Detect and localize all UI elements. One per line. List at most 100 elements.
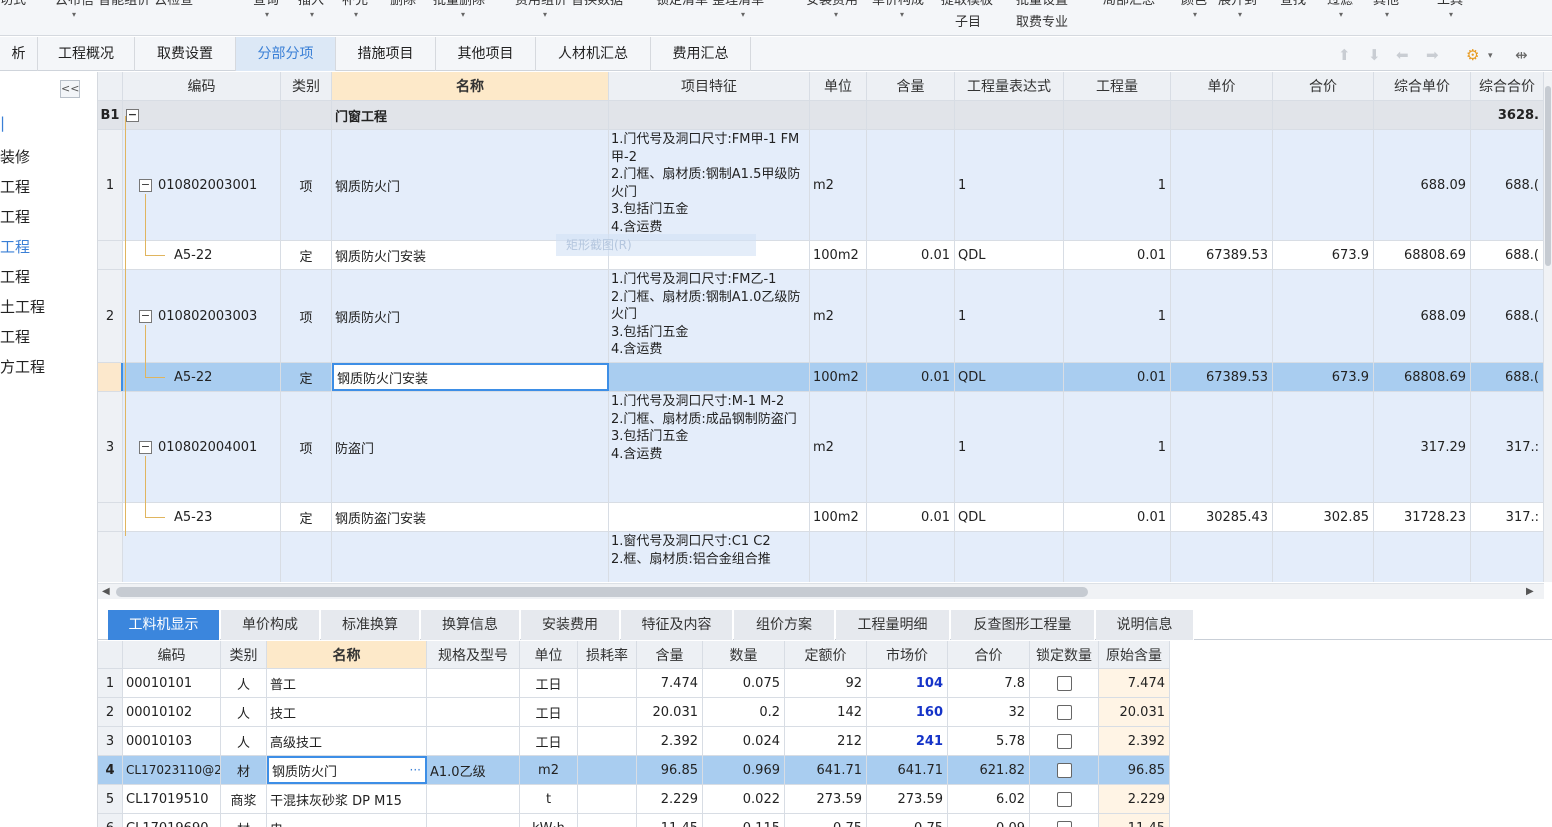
cell-type[interactable]: 材 (221, 814, 267, 827)
tab-sub-items[interactable]: 分部分项 (236, 37, 336, 71)
cell-unit[interactable]: t (520, 785, 578, 813)
table-row-selected[interactable]: 4 CL17023110@2 材 钢质防火门 ··· A1.0乙级 m2 96.8… (98, 756, 1170, 785)
cell-total[interactable] (1273, 392, 1374, 502)
scroll-thumb[interactable] (116, 587, 1088, 597)
cell-orig[interactable]: 11.45 (1099, 814, 1170, 827)
cell-qty[interactable]: 0.075 (703, 669, 785, 697)
horizontal-scrollbar[interactable]: ◀ ▶ (98, 583, 1544, 599)
cell-code[interactable]: CL17019690 (123, 814, 221, 827)
header-name[interactable]: 名称 (332, 72, 609, 100)
cell-qty[interactable]: 0.115 (703, 814, 785, 827)
cell-spec[interactable] (427, 727, 520, 755)
header-type[interactable]: 类别 (281, 72, 332, 100)
cell-quota[interactable]: 212 (785, 727, 867, 755)
header-qty[interactable]: 数量 (703, 641, 785, 668)
cell-name[interactable]: 钢质防火门 (332, 270, 609, 362)
ribbon-item-install-fee[interactable]: 安装费用 ▾ (806, 0, 858, 19)
cell-type[interactable]: 人 (221, 669, 267, 697)
cell-expr[interactable]: 1 (955, 392, 1064, 502)
lock-checkbox[interactable] (1056, 704, 1072, 720)
cell-feature[interactable]: 1.门代号及洞口尺寸:FM甲-1 FM甲-2 2.门框、扇材质:钢制A1.5甲级… (609, 130, 810, 240)
table-row-selected[interactable]: A5-22 定 钢质防火门安装 100m2 0.01 QDL 0.01 6738… (98, 363, 1544, 392)
ribbon-item-color[interactable]: 颜色 ▾ (1181, 0, 1207, 19)
header-comp-total[interactable]: 综合合价 (1471, 72, 1544, 100)
cell-name[interactable]: 防盗门 (332, 392, 609, 502)
header-unit[interactable]: 单位 (810, 72, 867, 100)
cell-type[interactable] (281, 532, 332, 582)
cell-type[interactable]: 项 (281, 270, 332, 362)
cell-price[interactable]: 30285.43 (1171, 503, 1273, 531)
lock-checkbox[interactable] (1056, 762, 1072, 778)
minus-icon[interactable]: − (139, 178, 152, 192)
cell-name[interactable]: 钢质防火门 (332, 130, 609, 240)
cell-unit[interactable]: kW·h (520, 814, 578, 827)
header-spec[interactable]: 规格及型号 (427, 641, 520, 668)
group-row[interactable]: B1 − 门窗工程 3628. (98, 101, 1544, 130)
ribbon-item-pricing[interactable]: 费用组价 替换数据 ▾ (515, 0, 623, 19)
nav-item-selected[interactable]: 工程 (0, 236, 30, 257)
tab-quantity-detail[interactable]: 工程量明细 (836, 610, 950, 640)
table-row[interactable]: 1 00010101 人 普工 工日 7.474 0.075 92 104 7.… (98, 669, 1170, 698)
cell-total[interactable]: 0.09 (948, 814, 1030, 827)
cell-unit[interactable]: 100m2 (810, 241, 867, 269)
more-options-icon[interactable]: ··· (410, 763, 421, 777)
header-feature[interactable]: 项目特征 (609, 72, 810, 100)
nav-item[interactable]: 工程 (0, 176, 30, 197)
cell-quota[interactable]: 641.71 (785, 756, 867, 784)
cell-loss[interactable] (578, 756, 637, 784)
cell-price[interactable]: 67389.53 (1171, 363, 1273, 391)
cell-unit[interactable]: 工日 (520, 727, 578, 755)
cell-name[interactable]: 干混抹灰砂浆 DP M15 (267, 785, 427, 813)
cell-type[interactable]: 材 (221, 756, 267, 784)
cell-price[interactable] (1171, 392, 1273, 502)
tab-labor-material-display[interactable]: 工料机显示 (108, 610, 220, 640)
cell-loss[interactable] (578, 814, 637, 827)
cell-lock[interactable] (1030, 727, 1099, 755)
ribbon-item-insert[interactable]: 插入 ▾ (298, 0, 324, 19)
cell-market[interactable]: 0.75 (867, 814, 948, 827)
ribbon-item-cloud[interactable]: 云布信 智能组价 云检查 ▾ (55, 0, 193, 19)
header-comp-price[interactable]: 综合单价 (1374, 72, 1471, 100)
table-row[interactable]: 1 −010802003001 项 钢质防火门 1.门代号及洞口尺寸:FM甲-1… (98, 130, 1544, 241)
cell-content[interactable] (867, 532, 955, 582)
settings-gear-icon[interactable]: ⚙ (1466, 46, 1479, 64)
cell-content[interactable]: 0.01 (867, 363, 955, 391)
cell-unit[interactable]: 工日 (520, 698, 578, 726)
ribbon-item-expand[interactable]: 展开到 ▾ (1218, 0, 1257, 19)
cell-total[interactable]: 673.9 (1273, 241, 1374, 269)
tab-analysis[interactable]: 析 (0, 37, 38, 71)
ribbon-item-partial-summary[interactable]: 局部汇总 (1103, 0, 1155, 8)
column-width-icon[interactable]: ⇹ (1515, 46, 1528, 64)
table-row[interactable]: 6 CL17019690 材 电 kW·h 11.45 0.115 0.75 0… (98, 814, 1170, 827)
cell-market[interactable]: 641.71 (867, 756, 948, 784)
header-content[interactable]: 含量 (637, 641, 703, 668)
tab-install-fee[interactable]: 安装费用 (521, 610, 620, 640)
scroll-right-icon[interactable]: ▶ (1526, 584, 1534, 600)
minus-icon[interactable]: − (139, 440, 152, 454)
ribbon-item-lock-list[interactable]: 锁定清单 整理清单 ▾ (656, 0, 764, 19)
cell-feature[interactable]: 1.门代号及洞口尺寸:FM乙-1 2.门框、扇材质:钢制A1.0乙级防火门 3.… (609, 270, 810, 362)
cell-code[interactable]: 00010102 (123, 698, 221, 726)
cell-lock[interactable] (1030, 814, 1099, 827)
cell-price[interactable] (1171, 270, 1273, 362)
settings-dropdown-icon[interactable]: ▾ (1488, 51, 1493, 61)
cell-content[interactable]: 96.85 (637, 756, 703, 784)
cell-expr[interactable]: 1 (955, 130, 1064, 240)
header-price[interactable]: 单价 (1171, 72, 1273, 100)
cell-spec[interactable] (427, 814, 520, 827)
header-quota[interactable]: 定额价 (785, 641, 867, 668)
cell-lock[interactable] (1030, 698, 1099, 726)
cell-price[interactable] (1171, 130, 1273, 240)
cell-expr[interactable]: 1 (955, 270, 1064, 362)
cell-comp-total[interactable]: 688.( (1471, 241, 1544, 269)
ribbon-item-template[interactable]: 提取模板 (941, 0, 993, 8)
header-type[interactable]: 类别 (221, 641, 267, 668)
cell-unit[interactable]: m2 (520, 756, 578, 784)
cell-comp-total[interactable]: 688.( (1471, 130, 1544, 240)
scroll-left-icon[interactable]: ◀ (102, 584, 110, 600)
cell-unit[interactable]: m2 (810, 130, 867, 240)
cell-loss[interactable] (578, 727, 637, 755)
cell-feature[interactable]: 1.窗代号及洞口尺寸:C1 C2 2.框、扇材质:铝合金组合推 (609, 532, 810, 582)
cell-qty[interactable]: 0.01 (1064, 241, 1171, 269)
nav-item[interactable]: 土工程 (0, 296, 45, 317)
